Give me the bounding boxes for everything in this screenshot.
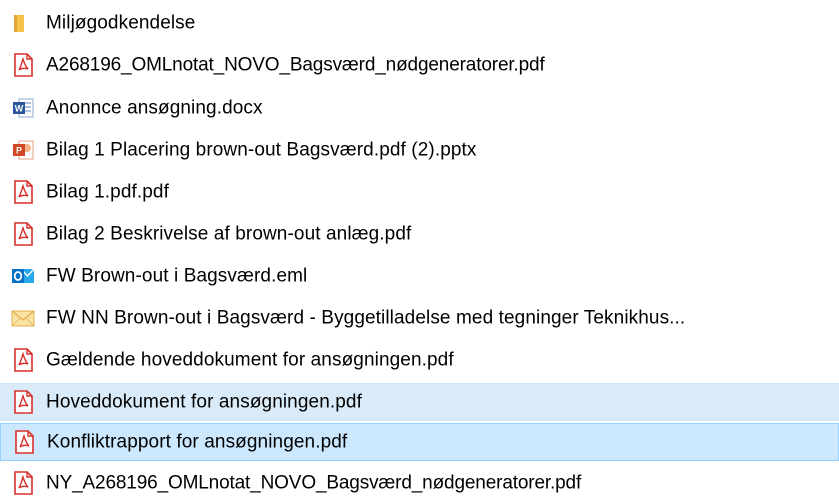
file-name: Anonnce ansøgning.docx xyxy=(46,97,263,119)
file-name: Bilag 1 Placering brown-out Bagsværd.pdf… xyxy=(46,139,477,161)
pdf-icon xyxy=(14,471,33,495)
file-name: FW Brown-out i Bagsværd.eml xyxy=(46,265,308,287)
file-name: A268196_OMLnotat_NOVO_Bagsværd_nødgenera… xyxy=(46,54,545,76)
powerpoint-icon: P xyxy=(13,140,34,160)
file-row-pdf[interactable]: NY_A268196_OMLnotat_NOVO_Bagsværd_nødgen… xyxy=(0,464,839,502)
file-name: Bilag 1.pdf.pdf xyxy=(46,181,169,203)
envelope-icon xyxy=(11,310,35,327)
file-row-msg[interactable]: FW NN Brown-out i Bagsværd - Byggetillad… xyxy=(0,299,839,337)
svg-text:P: P xyxy=(16,146,22,156)
file-row-pdf[interactable]: A268196_OMLnotat_NOVO_Bagsværd_nødgenera… xyxy=(0,46,839,84)
file-row-pdf-selected[interactable]: Hoveddokument for ansøgningen.pdf xyxy=(0,383,839,421)
file-row-pdf-selected[interactable]: Konfliktrapport for ansøgningen.pdf xyxy=(0,423,839,461)
file-row-eml[interactable]: FW Brown-out i Bagsværd.eml xyxy=(0,257,839,295)
file-row-pptx[interactable]: P Bilag 1 Placering brown-out Bagsværd.p… xyxy=(0,131,839,169)
file-name: FW NN Brown-out i Bagsværd - Byggetillad… xyxy=(46,307,686,329)
word-icon: W xyxy=(13,98,34,118)
pdf-icon xyxy=(14,390,33,414)
file-name: Bilag 2 Beskrivelse af brown-out anlæg.p… xyxy=(46,223,412,245)
pdf-icon xyxy=(14,180,33,204)
pdf-icon xyxy=(14,53,33,77)
file-row-pdf[interactable]: Bilag 2 Beskrivelse af brown-out anlæg.p… xyxy=(0,215,839,253)
folder-icon xyxy=(14,15,24,32)
pdf-icon xyxy=(14,348,33,372)
file-list: Miljøgodkendelse A268196_OMLnotat_NOVO_B… xyxy=(0,0,839,502)
file-name: NY_A268196_OMLnotat_NOVO_Bagsværd_nødgen… xyxy=(46,472,582,494)
file-row-docx[interactable]: W Anonnce ansøgning.docx xyxy=(0,89,839,127)
outlook-icon xyxy=(12,268,35,283)
file-name: Miljøgodkendelse xyxy=(46,12,196,34)
pdf-icon xyxy=(14,222,33,246)
file-row-pdf[interactable]: Bilag 1.pdf.pdf xyxy=(0,173,839,211)
svg-text:W: W xyxy=(15,104,24,114)
file-row-pdf[interactable]: Gældende hoveddokument for ansøgningen.p… xyxy=(0,341,839,379)
file-name: Hoveddokument for ansøgningen.pdf xyxy=(46,391,362,413)
file-name: Konfliktrapport for ansøgningen.pdf xyxy=(47,431,348,453)
file-row-miljogodkendelse[interactable]: Miljøgodkendelse xyxy=(0,4,839,42)
pdf-icon xyxy=(15,430,34,454)
file-name: Gældende hoveddokument for ansøgningen.p… xyxy=(46,349,454,371)
